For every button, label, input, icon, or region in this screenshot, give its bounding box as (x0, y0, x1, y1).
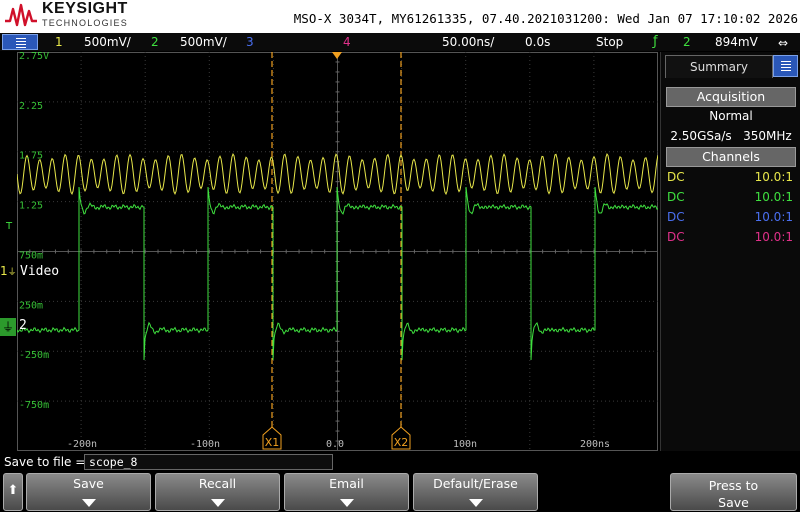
save-bar: Save to file = scope_8 (0, 451, 800, 473)
ch2-ground-marker[interactable]: ⏚ (0, 318, 16, 336)
channels-heading: Channels (666, 147, 796, 167)
ch2-indicator[interactable]: 2 (151, 33, 159, 51)
trigger-level-marker[interactable]: T (6, 221, 12, 232)
top-banner: KEYSIGHT TECHNOLOGIES MSO-X 3034T, MY612… (0, 0, 800, 33)
x-tick-label: 0.0 (326, 439, 344, 450)
press-to-save-label: Press to Save (708, 478, 759, 510)
email-softkey-label: Email (329, 476, 364, 491)
press-to-save-softkey[interactable]: Press to Save (670, 473, 797, 511)
x-tick-label: 100n (453, 439, 477, 450)
channel-coupling: DC (667, 230, 685, 244)
ch4-indicator[interactable]: 4 (343, 33, 351, 51)
trigger-position-marker (332, 52, 342, 59)
panel-menu-button[interactable] (773, 55, 798, 77)
brand-subtitle: TECHNOLOGIES (42, 18, 128, 28)
channel-coupling: DC (667, 190, 685, 204)
cursor-x1-label: X1 (265, 436, 280, 449)
y-tick-label: -250m (19, 350, 49, 361)
softkey-bar: ⬆ Save Recall Email Default/Erase Press … (0, 473, 800, 512)
email-softkey[interactable]: Email (284, 473, 409, 511)
y-tick-label: 250m (19, 300, 43, 311)
ch3-indicator[interactable]: 3 (246, 33, 254, 51)
arrow-down-icon (339, 499, 354, 507)
run-state[interactable]: Stop (596, 33, 623, 51)
channel-row-4[interactable]: DC 10.0:1 (667, 228, 795, 246)
side-panel: Summary Acquisition Normal 2.50GSa/s 350… (660, 52, 800, 451)
acquisition-mode: Normal (709, 109, 753, 123)
y-axis-labels: 2.75V 2.25 1.75 1.25 750m 250m -250m -750m (19, 52, 49, 411)
tab-summary[interactable]: Summary (665, 55, 773, 78)
main-menu-button[interactable] (2, 34, 38, 50)
back-up-button[interactable]: ⬆ (3, 473, 23, 511)
recall-softkey[interactable]: Recall (155, 473, 280, 511)
arrow-down-icon (81, 499, 96, 507)
ch2-scale[interactable]: 500mV/ (180, 33, 227, 51)
y-tick-label: 750m (19, 250, 43, 261)
arrow-down-icon (210, 499, 225, 507)
usb-icon: ⇔ (778, 36, 789, 50)
x-tick-label: 200ns (580, 439, 610, 450)
ch1-ground-marker[interactable]: 1⏚ (0, 264, 17, 280)
trigger-source[interactable]: 2 (683, 33, 691, 51)
cursor-x2-label: X2 (394, 436, 409, 449)
save-softkey-label: Save (73, 476, 104, 491)
x-tick-label: -100n (190, 439, 220, 450)
time-delay[interactable]: 0.0s (525, 33, 550, 51)
filename-field[interactable]: scope_8 (84, 454, 333, 470)
y-tick-label: 2.75V (19, 52, 49, 62)
x-axis-labels: -200n -100n 0.0 100n 200ns (67, 439, 610, 450)
ch1-scale[interactable]: 500mV/ (84, 33, 131, 51)
acquisition-heading: Acquisition (666, 87, 796, 107)
save-softkey[interactable]: Save (26, 473, 151, 511)
channel-row-3[interactable]: DC 10.0:1 (667, 208, 795, 226)
channel-coupling: DC (667, 210, 685, 224)
y-tick-label: 1.75 (19, 151, 43, 162)
x-tick-label: -200n (67, 439, 97, 450)
acquisition-rate: 2.50GSa/s 350MHz (670, 129, 792, 143)
default-erase-softkey[interactable]: Default/Erase (413, 473, 538, 511)
recall-softkey-label: Recall (198, 476, 237, 491)
brand-name: KEYSIGHT (42, 0, 128, 17)
waveform-display[interactable]: X1 X2 2.75V 2.25 1.75 1.25 750m 250m -250m -750m… (17, 52, 658, 451)
channel-row-1[interactable]: DC 10.0:1 (667, 168, 795, 186)
status-bar: 1 500mV/ 2 500mV/ 3 4 50.00ns/ 0.0s Stop… (0, 33, 800, 51)
arrow-down-icon (468, 499, 483, 507)
keysight-logo-icon (5, 3, 37, 27)
default-erase-softkey-label: Default/Erase (433, 476, 518, 491)
ch1-indicator[interactable]: 1 (55, 33, 63, 51)
trigger-level[interactable]: 894mV (715, 33, 758, 51)
ch2-label: 2 (19, 318, 27, 333)
channel-probe-ratio: 10.0:1 (754, 230, 793, 244)
channel-probe-ratio: 10.0:1 (754, 190, 793, 204)
channel-probe-ratio: 10.0:1 (754, 210, 793, 224)
channel-row-2[interactable]: DC 10.0:1 (667, 188, 795, 206)
channel-probe-ratio: 10.0:1 (754, 170, 793, 184)
y-tick-label: -750m (19, 400, 49, 411)
timebase-scale[interactable]: 50.00ns/ (442, 33, 494, 51)
save-to-file-label: Save to file = (4, 455, 86, 469)
trigger-edge-icon: ƒ (653, 34, 658, 49)
ch1-label: Video (20, 264, 60, 279)
channel-coupling: DC (667, 170, 685, 184)
y-tick-label: 1.25 (19, 201, 43, 212)
instrument-info: MSO-X 3034T, MY61261335, 07.40.202103120… (293, 11, 798, 26)
y-tick-label: 2.25 (19, 101, 43, 112)
